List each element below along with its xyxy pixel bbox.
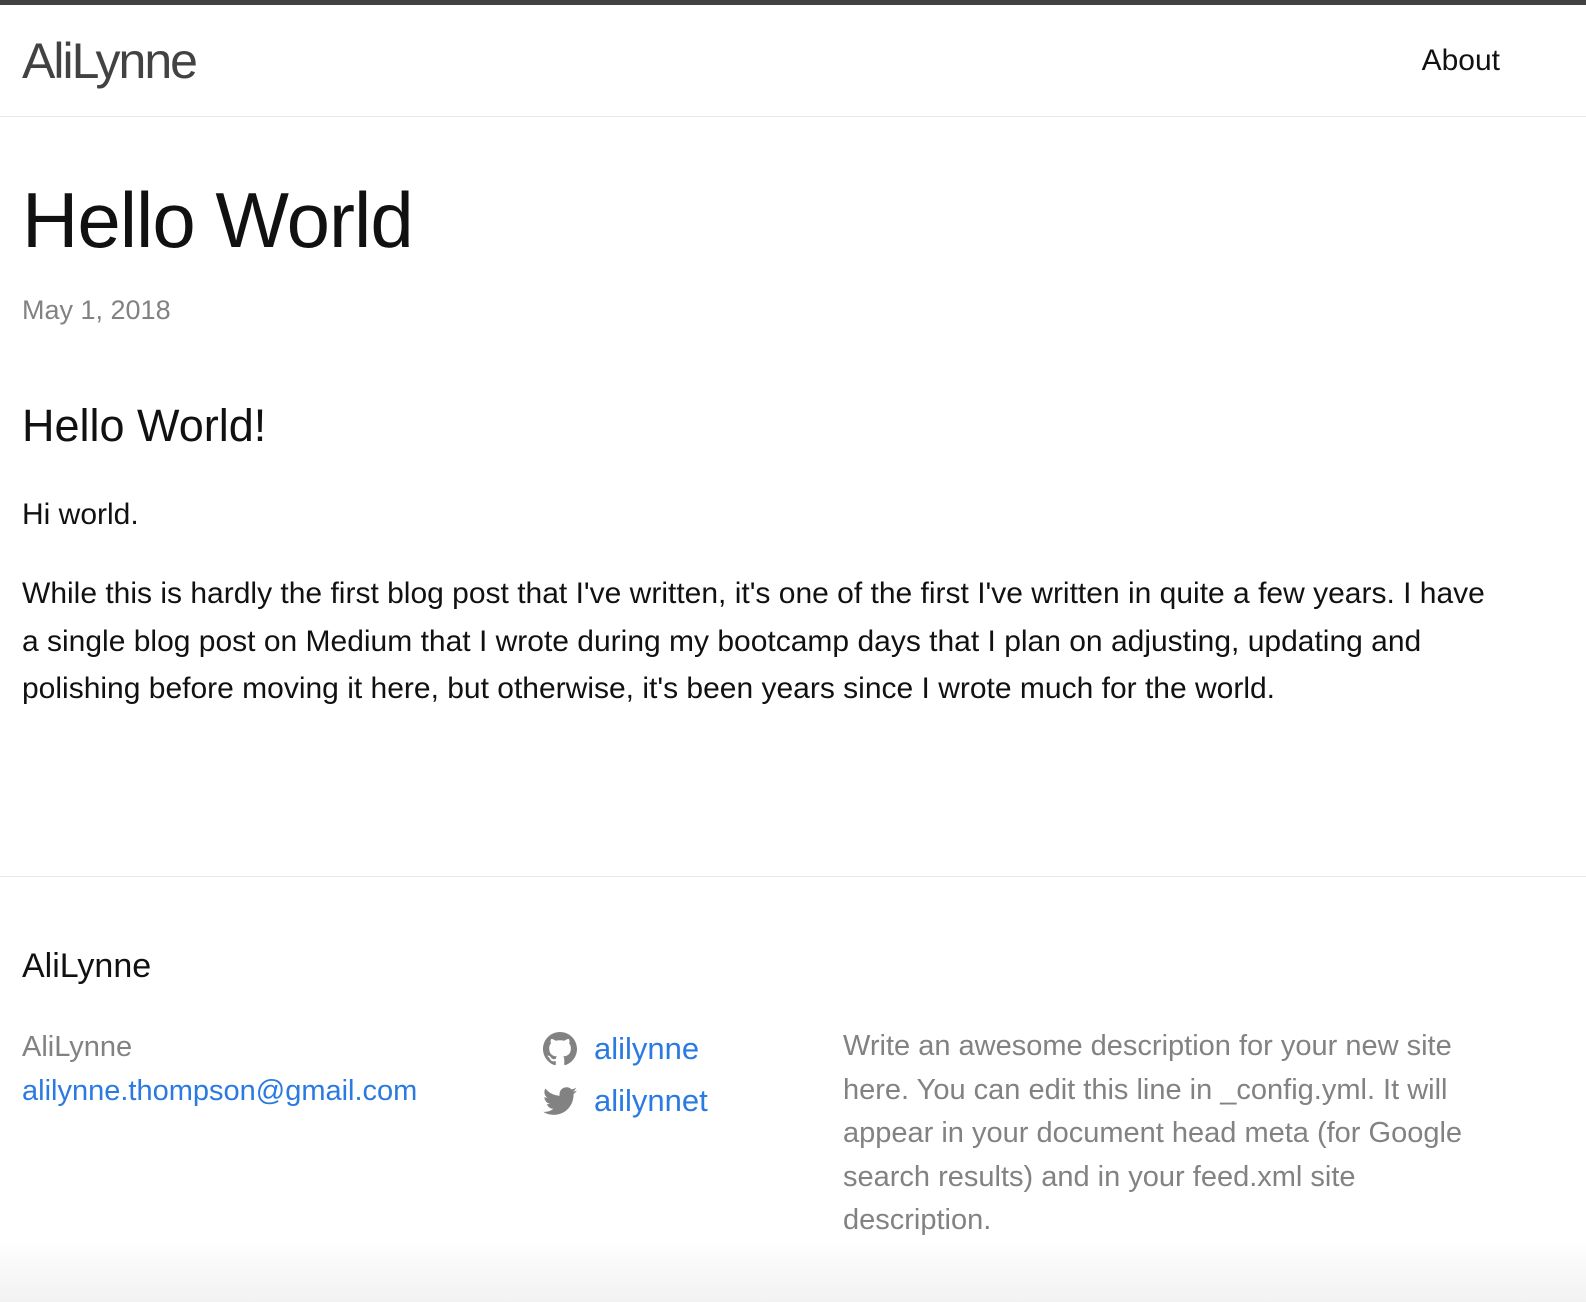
github-icon [543,1032,577,1066]
github-username-link[interactable]: alilynne [594,1029,699,1069]
twitter-username-link[interactable]: alilynnet [594,1081,708,1121]
social-item-github[interactable]: alilynne [543,1023,708,1075]
post-paragraph: Hi world. [22,498,139,531]
footer-social: alilynne alilynnet [543,1023,708,1127]
site-header: AliLynne About [0,5,1586,117]
nav-about-link[interactable]: About [1422,41,1500,81]
footer-heading: AliLynne [22,947,152,985]
site-footer: AliLynne AliLynne alilynne.thompson@gmai… [0,876,1586,1302]
post-heading: Hello World! [22,400,267,451]
post-paragraph: While this is hardly the first blog post… [22,577,1485,705]
footer-email-link[interactable]: alilynne.thompson@gmail.com [22,1069,417,1113]
post-date: May 1, 2018 [22,295,171,325]
social-item-twitter[interactable]: alilynnet [543,1075,708,1127]
site-description: Write an awesome description for your ne… [843,1030,1463,1236]
site-title-link[interactable]: AliLynne [22,31,198,91]
twitter-icon [543,1084,577,1118]
footer-contact: AliLynne alilynne.thompson@gmail.com [22,1025,417,1113]
post-title: Hello World [22,176,414,264]
footer-name: AliLynne [22,1031,133,1063]
